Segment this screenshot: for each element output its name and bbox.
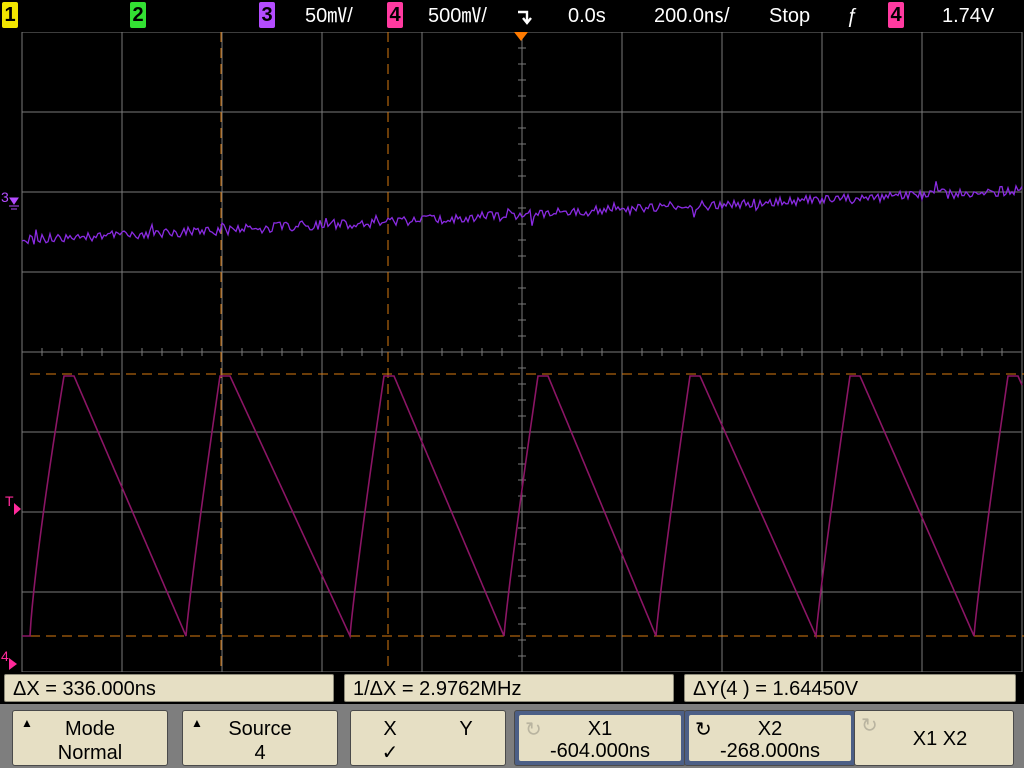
trigger-delay-icon [518, 10, 532, 25]
channel-4-arrow-icon [9, 658, 17, 670]
measurement-delta-y: ΔY(4 ) = 1.64450V [684, 674, 1016, 702]
trigger-channel-badge[interactable]: 4 [888, 2, 904, 28]
mode-title: Mode [64, 718, 116, 740]
x1-value: -604.000ns [549, 740, 651, 762]
trigger-level-arrow-icon [14, 503, 21, 515]
y-label: Y [459, 718, 473, 740]
x-selected-checkmark: ✓ [381, 742, 399, 764]
x1-softkey[interactable]: ↻ X1 -604.000ns [514, 710, 686, 766]
measurement-delta-x: ΔX = 336.000ns [4, 674, 334, 702]
trigger-slope-icon: ƒ [846, 5, 858, 27]
channel-4-marker: 4 [1, 648, 9, 664]
mode-softkey[interactable]: ▲ Mode Normal [12, 710, 168, 766]
delay-value: 0.0s [568, 5, 606, 27]
x1x2-softkey[interactable]: ↻ X1 X2 [854, 710, 1014, 766]
channel-3-marker: 3 [1, 189, 9, 205]
trigger-level-marker: T [5, 493, 14, 509]
status-bar: 1 2 3 50㎷/ 4 500㎷/ 0.0s 200.0㎱/ Stop ƒ 4… [0, 0, 1024, 32]
trigger-level: 1.74V [942, 5, 995, 27]
channel-3-ground-icon [9, 197, 19, 210]
run-state: Stop [769, 5, 811, 27]
x2-value: -268.000ns [719, 740, 821, 762]
measurement-inverse-delta-x: 1/ΔX = 2.9762MHz [344, 674, 674, 702]
channel-2-badge[interactable]: 2 [130, 2, 146, 28]
channel-4-badge[interactable]: 4 [387, 2, 403, 28]
x1x2-label: X1 X2 [912, 728, 968, 750]
channel-3-scale: 50㎷/ [305, 5, 353, 27]
x1-title: X1 [587, 718, 613, 740]
graticule [21, 32, 1023, 672]
x2-softkey[interactable]: ↻ X2 -268.000ns [684, 710, 856, 766]
channel-4-scale: 500㎷/ [428, 5, 487, 27]
trigger-position-marker [514, 32, 528, 41]
timebase-value: 200.0㎱/ [654, 5, 730, 27]
x2-title: X2 [757, 718, 783, 740]
waveform-display[interactable]: 3 T 4 [0, 32, 1024, 672]
mode-value: Normal [57, 742, 123, 764]
softkey-menu: ▲ Mode Normal ▲ Source 4 X Y ✓ ↻ X1 -604… [0, 704, 1024, 768]
xy-softkey[interactable]: X Y ✓ [350, 710, 506, 766]
channel-1-badge[interactable]: 1 [2, 2, 18, 28]
channel-3-badge[interactable]: 3 [259, 2, 275, 28]
